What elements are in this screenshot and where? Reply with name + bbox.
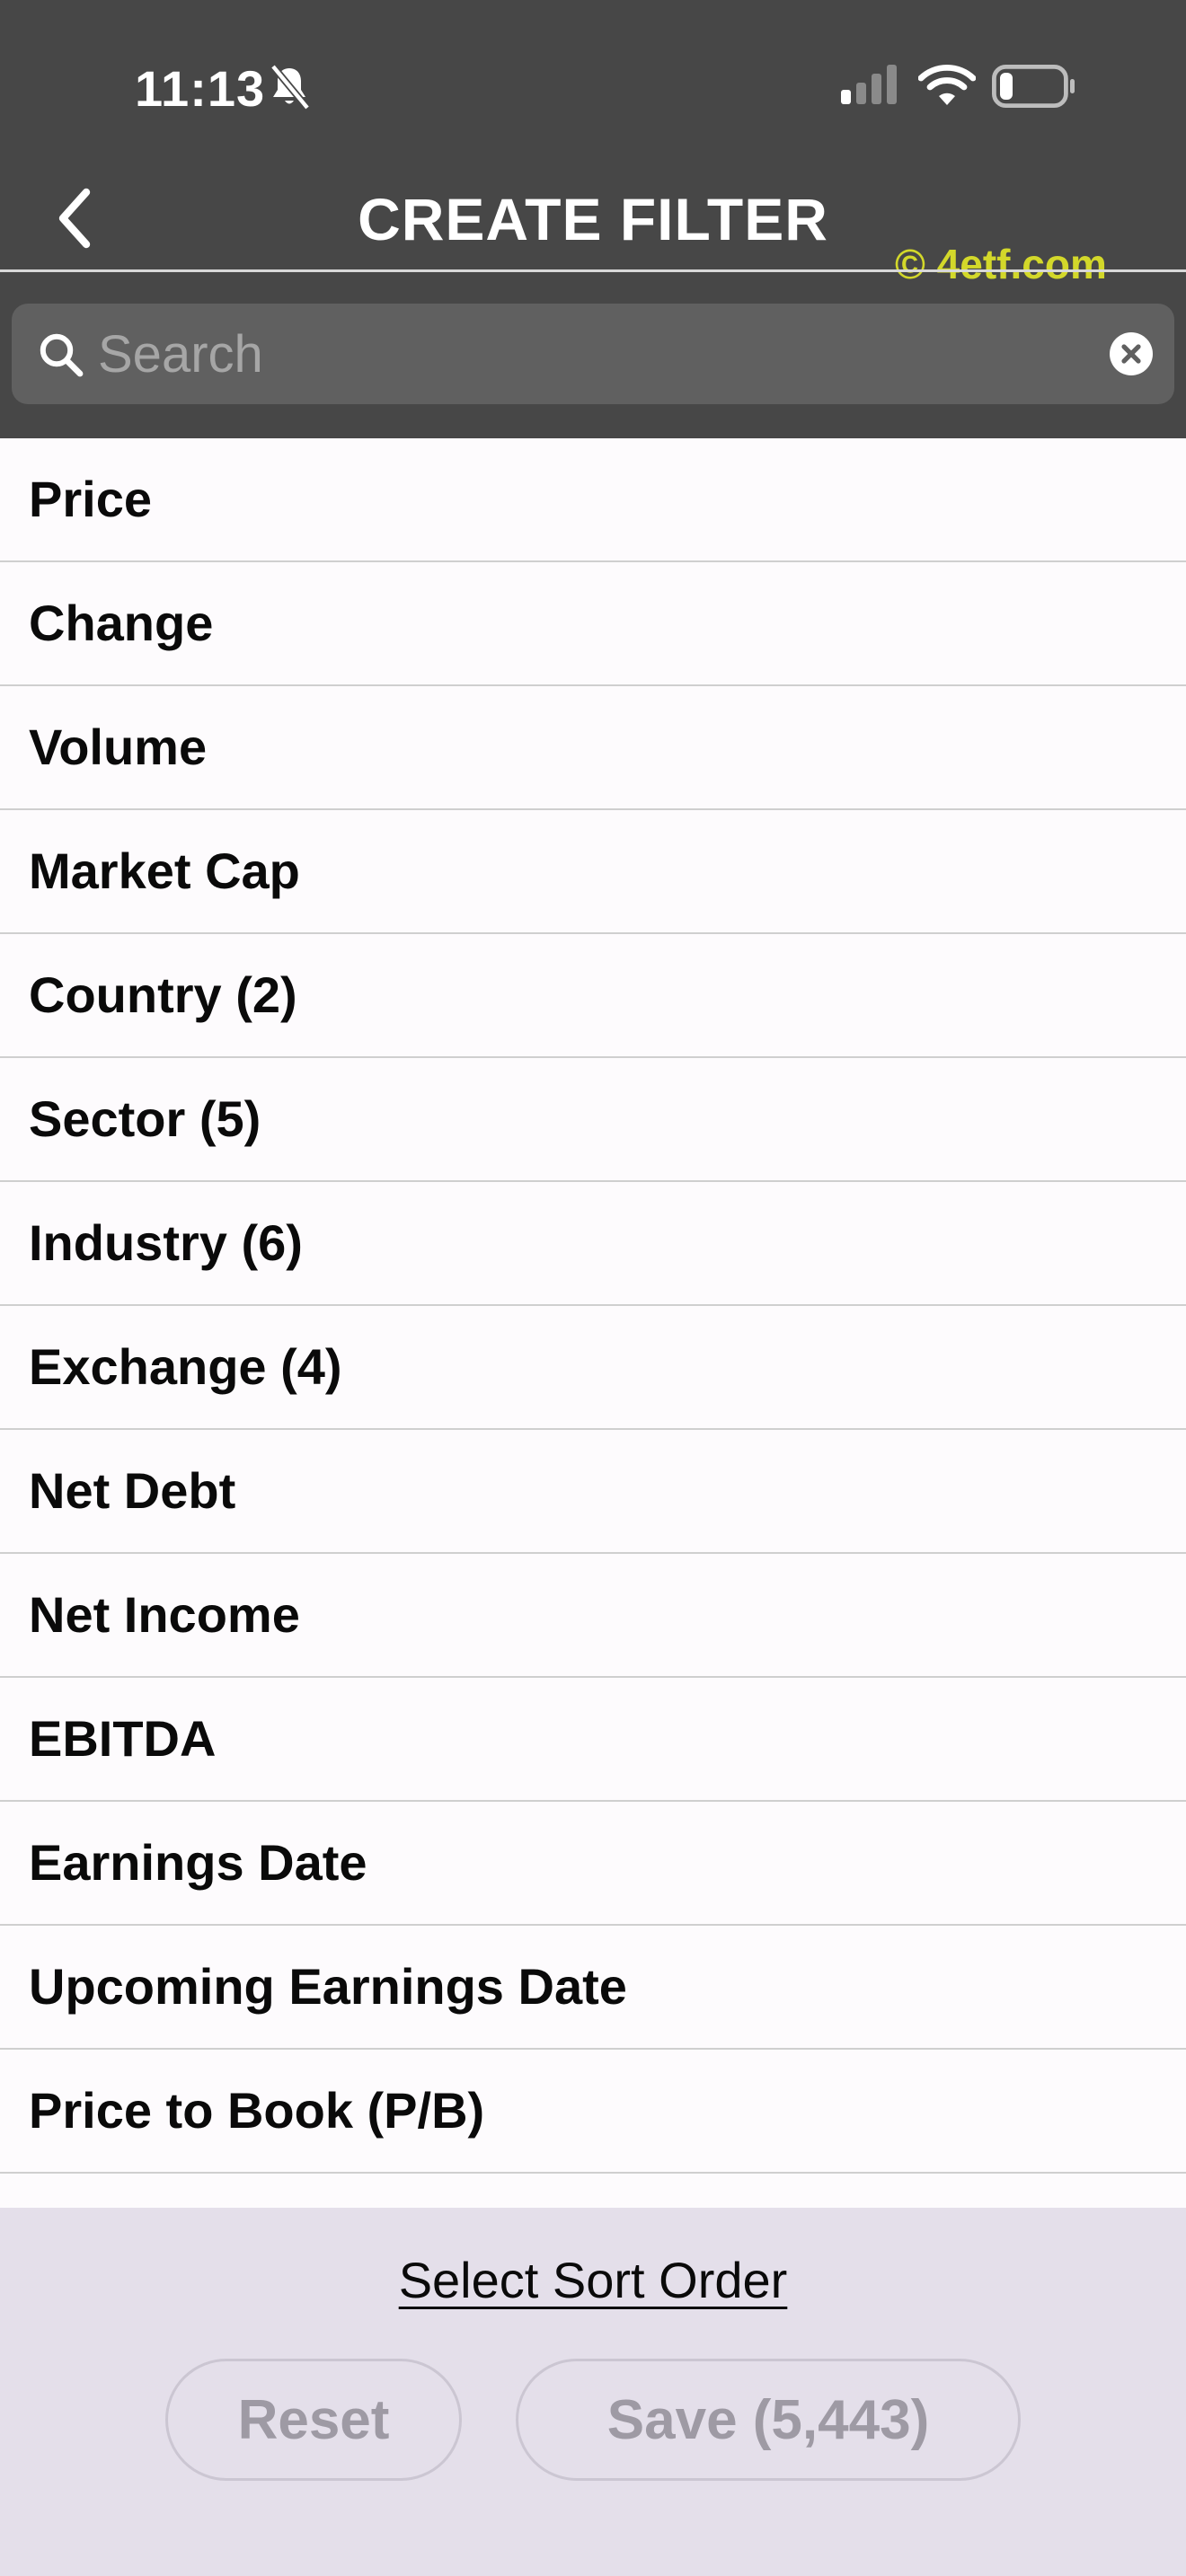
filter-item-ebitda[interactable]: EBITDA bbox=[0, 1678, 1186, 1802]
signal-icon bbox=[841, 65, 897, 104]
filter-item-net-income[interactable]: Net Income bbox=[0, 1554, 1186, 1678]
filter-item-earnings-date[interactable]: Earnings Date bbox=[0, 1802, 1186, 1926]
filter-item-sector[interactable]: Sector (5) bbox=[0, 1058, 1186, 1182]
wifi-icon bbox=[918, 64, 976, 105]
header-divider bbox=[0, 269, 1186, 272]
filter-item-market-cap[interactable]: Market Cap bbox=[0, 810, 1186, 934]
sort-order-row: Select Sort Order bbox=[0, 2249, 1186, 2312]
filter-item-exchange[interactable]: Exchange (4) bbox=[0, 1306, 1186, 1430]
filter-label: Market Cap bbox=[29, 842, 300, 899]
save-button[interactable]: Save (5,443) bbox=[516, 2359, 1021, 2481]
filter-item-price[interactable]: Price bbox=[0, 438, 1186, 562]
filter-label: Change bbox=[29, 595, 214, 651]
status-time: 11:13 bbox=[135, 60, 266, 117]
battery-icon bbox=[992, 65, 1075, 108]
search-input[interactable] bbox=[98, 318, 1086, 390]
filter-label: Volume bbox=[29, 719, 208, 775]
clear-search-icon[interactable] bbox=[1110, 332, 1153, 375]
filter-label: Sector (5) bbox=[29, 1090, 261, 1147]
filter-label: EBITDA bbox=[29, 1710, 217, 1767]
reset-button[interactable]: Reset bbox=[165, 2359, 462, 2481]
filter-item-volume[interactable]: Volume bbox=[0, 686, 1186, 810]
footer-panel: Select Sort Order Reset Save (5,443) bbox=[0, 2208, 1186, 2576]
select-sort-order-link[interactable]: Select Sort Order bbox=[399, 2252, 788, 2308]
filter-label: Net Income bbox=[29, 1586, 300, 1643]
filter-label: Industry (6) bbox=[29, 1214, 303, 1271]
watermark: © 4etf.com bbox=[895, 241, 1107, 287]
bell-slash-icon bbox=[270, 64, 311, 110]
filter-item-industry[interactable]: Industry (6) bbox=[0, 1182, 1186, 1306]
filter-item-price-to-book[interactable]: Price to Book (P/B) bbox=[0, 2050, 1186, 2174]
filter-label: Net Debt bbox=[29, 1462, 236, 1519]
filter-item-net-debt[interactable]: Net Debt bbox=[0, 1430, 1186, 1554]
filter-label: Country (2) bbox=[29, 966, 297, 1023]
filter-label: Earnings Date bbox=[29, 1834, 367, 1891]
filter-item-change[interactable]: Change bbox=[0, 562, 1186, 686]
filter-list: Price Change Volume Market Cap Country (… bbox=[0, 438, 1186, 2174]
filter-label: Exchange (4) bbox=[29, 1338, 342, 1395]
filter-label: Price to Book (P/B) bbox=[29, 2082, 485, 2139]
filter-label: Price bbox=[29, 471, 152, 527]
filter-item-country[interactable]: Country (2) bbox=[0, 934, 1186, 1058]
search-bar[interactable] bbox=[12, 304, 1174, 404]
filter-label: Upcoming Earnings Date bbox=[29, 1958, 627, 2015]
search-icon bbox=[40, 333, 84, 377]
filter-item-upcoming-earnings-date[interactable]: Upcoming Earnings Date bbox=[0, 1926, 1186, 2050]
header: 11:13 CREATE FILTER © 4etf.com bbox=[0, 0, 1186, 438]
